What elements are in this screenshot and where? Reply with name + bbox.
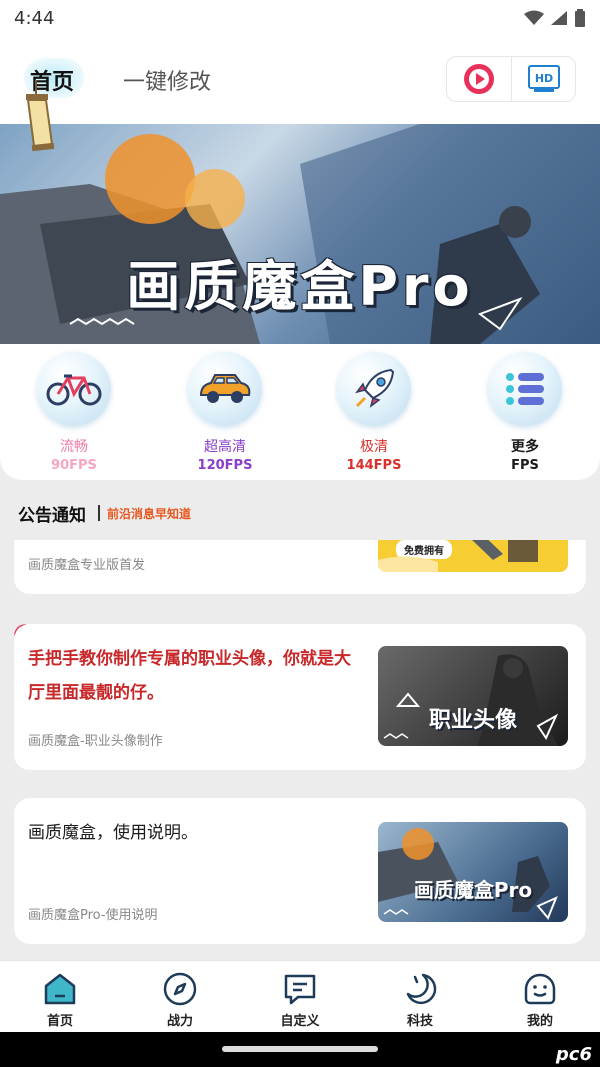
nav-item-tech[interactable]: 科技 <box>380 971 460 1029</box>
article-source: 画质魔盒专业版首发 <box>28 558 146 573</box>
notice-header: 公告通知 前沿消息早知道 <box>18 500 191 526</box>
hd-icon: HD <box>527 65 560 92</box>
compass-icon <box>163 972 197 1006</box>
chat-icon <box>284 974 316 1005</box>
nav-item-home[interactable]: 首页 <box>20 971 100 1029</box>
article-source: 画质魔盒-职业头像制作 <box>28 734 163 749</box>
fps-mode-name: 极清 <box>360 439 388 455</box>
article-thumbnail: 免费拥有 <box>378 540 568 572</box>
nav-label: 战力 <box>166 1014 193 1029</box>
nav-item-profile[interactable]: 我的 <box>500 971 580 1029</box>
bottom-navigation: 首页 战力 自定义 科技 我的 <box>0 960 600 1032</box>
nav-label: 科技 <box>406 1014 433 1029</box>
nav-label: 首页 <box>46 1014 73 1029</box>
fps-mode-value: 120FPS <box>197 458 253 473</box>
video-play-button[interactable] <box>447 57 511 101</box>
fps-mode-ultra-hd[interactable]: 超高清 120FPS <box>175 352 275 473</box>
article-title: 画质魔盒，使用说明。 <box>28 823 198 843</box>
fps-mode-card: 流畅 90FPS 超高清 120FPS 极清 144FPS 更多 FPS <box>0 344 600 480</box>
notice-title: 公告通知 <box>18 505 86 526</box>
fps-mode-name: 更多 <box>511 439 539 455</box>
thumbnail-title: 职业头像 <box>428 708 517 733</box>
rocket-icon <box>355 368 395 408</box>
status-bar: 4:44 <box>0 0 600 36</box>
article-thumbnail: 画质魔盒Pro <box>378 822 568 922</box>
article-card[interactable]: 手把手教你制作专属的职业头像，你就是大厅里面最靓的仔。 画质魔盒-职业头像制作 … <box>14 624 586 770</box>
watermark-logo: pc6 <box>555 1044 592 1065</box>
nav-item-custom[interactable]: 自定义 <box>260 971 340 1029</box>
notice-divider <box>98 505 100 521</box>
hd-quality-button[interactable]: HD <box>511 57 575 101</box>
status-icons <box>524 9 586 27</box>
home-gesture-bar[interactable] <box>222 1046 378 1052</box>
fps-bubble <box>37 352 111 426</box>
fps-mode-more[interactable]: 更多 FPS <box>475 352 575 473</box>
header-tools: HD <box>446 56 576 102</box>
fps-mode-value: 90FPS <box>51 458 97 473</box>
nav-icon-wrap <box>522 971 558 1007</box>
thumbnail-title: 画质魔盒Pro <box>413 878 533 902</box>
article-thumbnail: 职业头像 <box>378 646 568 746</box>
banner-title: 画质魔盒Pro <box>126 255 474 318</box>
nav-icon-wrap <box>282 971 318 1007</box>
bicycle-icon <box>46 374 102 406</box>
nav-label: 自定义 <box>280 1014 320 1029</box>
fps-bubble <box>488 352 562 426</box>
fps-bubble <box>337 352 411 426</box>
fps-bubble <box>188 352 262 426</box>
nav-label: 我的 <box>526 1014 553 1029</box>
status-time: 4:44 <box>14 7 55 29</box>
nav-icon-wrap <box>402 971 438 1007</box>
article-title: 手把手教你制作专属的职业头像，你就是大厅里面最靓的仔。 <box>28 649 351 703</box>
fps-mode-name: 流畅 <box>60 439 88 455</box>
thumbnail-artwork <box>378 540 538 572</box>
face-icon <box>524 973 556 1005</box>
hd-icon-label: HD <box>534 72 552 85</box>
moon-icon <box>406 973 437 1005</box>
wifi-icon <box>524 10 544 25</box>
list-icon <box>506 373 544 405</box>
car-icon <box>199 374 251 403</box>
lantern-decoration <box>26 80 55 152</box>
notice-subtitle: 前沿消息早知道 <box>107 506 192 521</box>
thumbnail-artwork <box>378 828 558 920</box>
fps-mode-extreme-hd[interactable]: 极清 144FPS <box>324 352 424 473</box>
home-icon <box>44 973 76 1005</box>
tab-one-click-modify[interactable]: 一键修改 <box>123 64 211 96</box>
nav-icon-wrap <box>42 971 78 1007</box>
promo-banner[interactable]: 画质魔盒Pro <box>0 124 600 344</box>
fps-mode-smooth[interactable]: 流畅 90FPS <box>24 352 124 473</box>
top-header: 首页 一键修改 HD <box>0 36 600 124</box>
signal-icon <box>551 11 567 25</box>
article-card[interactable]: 画质魔盒，使用说明。 画质魔盒Pro-使用说明 画质魔盒Pro <box>14 798 586 944</box>
nav-item-power[interactable]: 战力 <box>140 971 220 1029</box>
system-navigation-bar: pc6 <box>0 1032 600 1067</box>
fps-mode-value: 144FPS <box>346 458 402 473</box>
play-icon <box>464 64 494 94</box>
fps-mode-value: FPS <box>511 458 539 473</box>
battery-icon <box>575 9 585 27</box>
nav-icon-wrap <box>162 971 198 1007</box>
fps-mode-name: 超高清 <box>204 439 246 455</box>
article-source: 画质魔盒Pro-使用说明 <box>28 908 158 923</box>
article-card[interactable]: 画质魔盒专业版首发 免费拥有 <box>14 540 586 594</box>
